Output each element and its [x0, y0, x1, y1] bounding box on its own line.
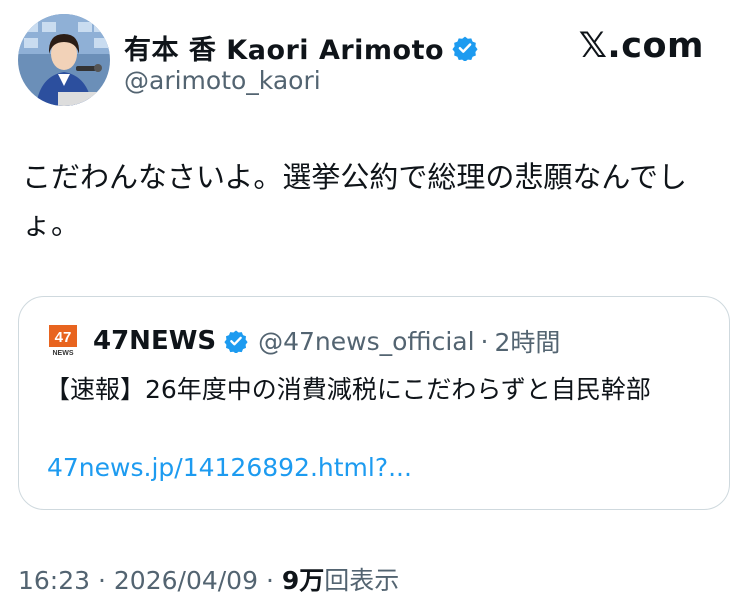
separator-dot: ·	[98, 566, 106, 595]
tweet-date[interactable]: 2026/04/09	[114, 566, 258, 595]
separator-dot: ·	[265, 566, 274, 595]
tweet-metadata: 16:23 · 2026/04/09 · 9万回表示	[18, 561, 399, 597]
separator-dot: ·	[480, 326, 489, 356]
quoted-tweet-link[interactable]: 47news.jp/14126892.html?...	[47, 453, 412, 482]
quoted-tweet-text: 【速報】26年度中の消費減税にこだわらずと自民幹部	[45, 375, 651, 404]
tweet-time[interactable]: 16:23	[18, 566, 90, 595]
47news-logo-icon: 47 NEWS	[49, 325, 77, 357]
quoted-tweet[interactable]: 47 NEWS 47NEWS @47news_official · 2時間 【速…	[18, 296, 730, 510]
author-name-row: 有本 香 Kaori Arimoto	[124, 28, 478, 67]
x-logo: 𝕏.com	[578, 26, 704, 66]
verified-badge-icon	[224, 329, 248, 353]
quoted-author-name[interactable]: 47NEWS	[93, 326, 216, 356]
tweet-header: 有本 香 Kaori Arimoto @arimoto_kaori 𝕏.com	[18, 14, 732, 110]
svg-text:NEWS: NEWS	[53, 350, 74, 357]
tweet-text: こだわんなさいよ。選挙公約で総理の悲願なんでしょ。	[22, 160, 687, 241]
views-label: 回表示	[324, 566, 400, 595]
avatar[interactable]	[18, 14, 110, 106]
verified-badge-icon	[452, 35, 478, 61]
svg-text:47: 47	[55, 329, 72, 346]
views-count: 9万	[281, 566, 325, 595]
tweet-card: 有本 香 Kaori Arimoto @arimoto_kaori 𝕏.com …	[0, 0, 750, 600]
quoted-timestamp[interactable]: 2時間	[495, 323, 561, 359]
author-handle[interactable]: @arimoto_kaori	[124, 66, 321, 95]
quoted-tweet-header: 47 NEWS 47NEWS @47news_official · 2時間	[49, 323, 560, 359]
quoted-author-handle[interactable]: @47news_official	[258, 327, 474, 356]
display-name[interactable]: 有本 香 Kaori Arimoto	[124, 28, 444, 67]
